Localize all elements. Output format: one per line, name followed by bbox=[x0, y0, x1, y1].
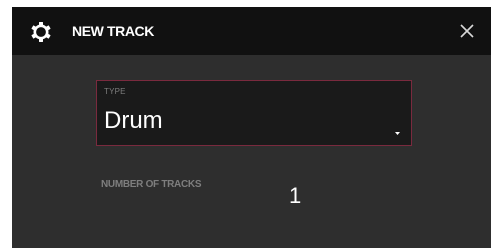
number-of-tracks-value[interactable]: 1 bbox=[289, 183, 301, 209]
dialog-header: NEW TRACK bbox=[12, 7, 491, 55]
new-track-dialog: NEW TRACK TYPE Drum NUMBER OF TRACKS 1 bbox=[12, 7, 491, 248]
dialog-title: NEW TRACK bbox=[72, 23, 154, 39]
type-label: TYPE bbox=[104, 87, 126, 96]
type-value: Drum bbox=[104, 107, 163, 134]
type-select[interactable]: TYPE Drum bbox=[96, 80, 412, 146]
close-icon[interactable] bbox=[458, 22, 476, 40]
chevron-down-icon bbox=[395, 123, 400, 135]
number-of-tracks-label: NUMBER OF TRACKS bbox=[101, 179, 202, 190]
gear-icon[interactable] bbox=[30, 21, 52, 43]
